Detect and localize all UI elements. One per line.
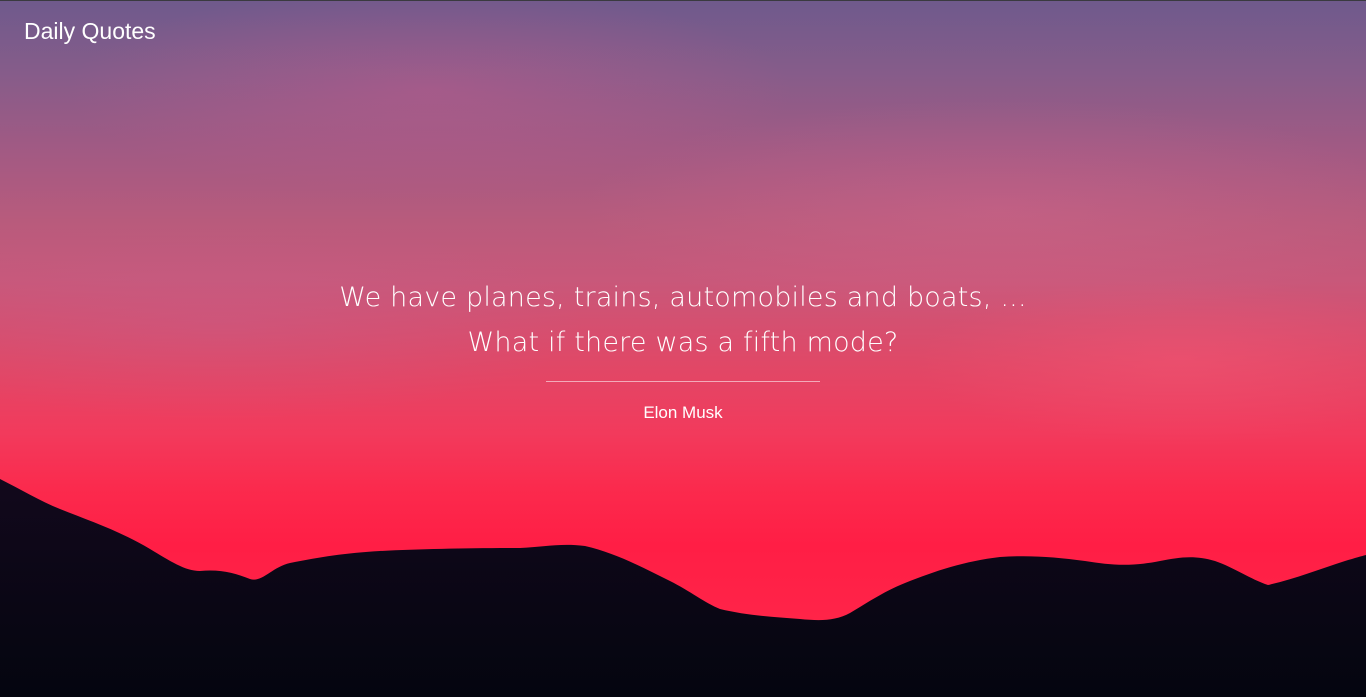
quote-text-line-2: What if there was a fifth mode? xyxy=(467,327,899,358)
quote-text-line-1: We have planes, trains, automobiles and … xyxy=(339,282,1027,313)
quote-divider xyxy=(546,381,820,382)
site-title[interactable]: Daily Quotes xyxy=(24,18,156,45)
page: Daily Quotes We have planes, trains, aut… xyxy=(0,0,1366,697)
quote-card: We have planes, trains, automobiles and … xyxy=(283,275,1083,423)
quote-author: Elon Musk xyxy=(643,403,723,422)
